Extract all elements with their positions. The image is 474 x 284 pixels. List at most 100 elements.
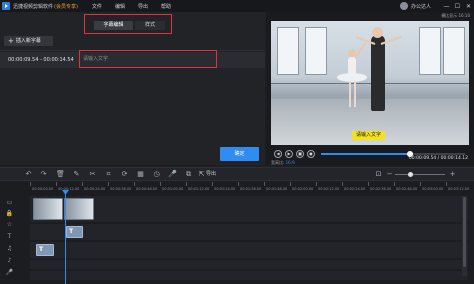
adult-dancer bbox=[371, 35, 385, 111]
title-bar: 迅捷视频剪辑软件 (会员专享) 文件 编辑 导出 帮助 办公达人 — ☐ ✕ bbox=[0, 0, 474, 12]
zoom-out-icon[interactable]: − bbox=[385, 170, 394, 179]
app-logo-icon bbox=[2, 2, 10, 10]
aspect-ratio-value[interactable]: 16:9 bbox=[286, 160, 295, 165]
ruler-label: 00:01:36.00 bbox=[240, 187, 262, 191]
ruler-tick bbox=[394, 182, 395, 186]
microphone-icon[interactable]: 🎤 bbox=[168, 170, 177, 179]
timeline-ruler[interactable]: 00:00:00.00 00:00:12.00 00:00:24.00 00:00:3… bbox=[30, 182, 470, 194]
text-clip[interactable]: T bbox=[36, 244, 54, 256]
child-dancer-leg bbox=[349, 81, 351, 107]
export-icon[interactable]: ⇱ bbox=[197, 170, 206, 179]
ruler-tick bbox=[420, 182, 421, 186]
freeze-frame-icon[interactable]: ⧉ bbox=[184, 170, 193, 179]
text-track[interactable]: T bbox=[30, 242, 468, 258]
ruler-tick bbox=[446, 182, 447, 186]
ruler-label: 00:03:00.00 bbox=[422, 187, 444, 191]
export-label[interactable]: 导出 bbox=[206, 170, 216, 179]
tab-subtitle-edit[interactable]: 字幕编辑 bbox=[94, 21, 133, 30]
redo-icon[interactable]: ↷ bbox=[39, 170, 48, 179]
ruler-label: 00:01:48.00 bbox=[266, 187, 288, 191]
ruler-label: 00:01:24.00 bbox=[214, 187, 236, 191]
child-dancer-leg bbox=[354, 81, 356, 107]
ruler-tick bbox=[56, 182, 57, 186]
timeline-scrollbar[interactable] bbox=[462, 196, 467, 276]
add-subtitle-button[interactable]: + 插入新字幕 bbox=[4, 36, 53, 46]
speed-icon[interactable]: ◷ bbox=[152, 170, 161, 179]
tab-style[interactable]: 样式 bbox=[135, 21, 165, 30]
video-preview[interactable]: 请输入文字 bbox=[271, 21, 469, 145]
confirm-button[interactable]: 确定 bbox=[220, 147, 259, 161]
app-title: 迅捷视频剪辑软件 bbox=[13, 3, 54, 10]
user-name[interactable]: 办公达人 bbox=[411, 3, 431, 10]
child-dancer-arm bbox=[354, 42, 367, 59]
seek-bar[interactable] bbox=[321, 151, 465, 157]
lock-icon[interactable]: 🔒 bbox=[5, 209, 14, 218]
split-icon[interactable]: ✂ bbox=[88, 170, 97, 179]
maximize-button[interactable]: ☐ bbox=[452, 3, 463, 10]
play-button[interactable]: ▶ bbox=[285, 150, 293, 158]
ruler-label: 00:03:12.00 bbox=[448, 187, 470, 191]
zoom-fit-icon[interactable]: ⊡ bbox=[374, 170, 383, 179]
ruler-label: 00:02:48.00 bbox=[396, 187, 418, 191]
ruler-tick bbox=[212, 182, 213, 186]
playhead[interactable] bbox=[65, 192, 66, 284]
minimize-button[interactable]: — bbox=[441, 3, 452, 10]
mosaic-icon[interactable]: ▦ bbox=[136, 170, 145, 179]
ruler-tick bbox=[160, 182, 161, 186]
ballet-barre bbox=[271, 83, 469, 84]
ruler-label: 00:00:24.00 bbox=[84, 187, 106, 191]
menu-export[interactable]: 导出 bbox=[138, 3, 148, 10]
studio-window bbox=[443, 27, 465, 75]
voice-track-icon[interactable]: 🎤 bbox=[5, 268, 14, 277]
close-button[interactable]: ✕ bbox=[463, 3, 474, 10]
ruler-tick bbox=[238, 182, 239, 186]
ruler-tick bbox=[30, 182, 31, 186]
rotate-icon[interactable]: ⟳ bbox=[120, 170, 129, 179]
ruler-tick bbox=[368, 182, 369, 186]
add-subtitle-label: 插入新字幕 bbox=[15, 38, 41, 44]
menu-file[interactable]: 文件 bbox=[92, 3, 102, 10]
previous-frame-button[interactable]: ◀ bbox=[274, 150, 282, 158]
scrollbar-thumb[interactable] bbox=[463, 197, 466, 267]
zoom-slider[interactable] bbox=[395, 171, 445, 177]
stop-button[interactable]: ■ bbox=[296, 150, 304, 158]
text-clip[interactable]: T bbox=[66, 226, 83, 238]
voice-track[interactable] bbox=[30, 271, 468, 280]
music-track-icon[interactable]: ♫ bbox=[5, 244, 14, 253]
video-clip[interactable] bbox=[64, 198, 94, 220]
studio-window bbox=[419, 27, 441, 75]
studio-window bbox=[277, 27, 299, 75]
ruler-tick bbox=[108, 182, 109, 186]
crop-icon[interactable]: ⌗ bbox=[104, 170, 113, 179]
pip-track-icon[interactable]: ☆ bbox=[5, 220, 14, 229]
text-track-icon[interactable]: T bbox=[5, 232, 14, 241]
ruler-tick bbox=[264, 182, 265, 186]
plus-icon: + bbox=[8, 37, 14, 45]
subtitle-text-input[interactable] bbox=[83, 54, 211, 63]
audio-track-icon[interactable]: ♪ bbox=[5, 256, 14, 265]
preview-panel: 横比显示 16:10 请输入文字 ◀ ▶ ■ ● 宽高比: 16:9 00:00… bbox=[266, 12, 474, 165]
video-track-icon[interactable]: ▭ bbox=[5, 198, 14, 207]
ruler-tick bbox=[82, 182, 83, 186]
tabs-highlight-frame: 字幕编辑 样式 bbox=[84, 14, 172, 34]
delete-icon[interactable]: 🗑 bbox=[56, 170, 65, 179]
studio-window bbox=[305, 27, 327, 75]
ruler-label: 00:02:00.00 bbox=[292, 187, 314, 191]
seek-bar-fill bbox=[321, 153, 411, 155]
time-display: 00:00:09.54 / 00:00:14.12 bbox=[408, 156, 468, 161]
title-bar-right: 办公达人 — ☐ ✕ bbox=[399, 0, 474, 12]
video-track[interactable] bbox=[30, 196, 468, 222]
zoom-slider-handle[interactable] bbox=[407, 171, 413, 177]
zoom-in-icon[interactable]: + bbox=[448, 170, 457, 179]
music-track[interactable] bbox=[30, 260, 468, 269]
menu-help[interactable]: 帮助 bbox=[161, 3, 171, 10]
edit-icon[interactable]: ✎ bbox=[72, 170, 81, 179]
undo-icon[interactable]: ↶ bbox=[24, 170, 33, 179]
ruler-label: 00:00:36.00 bbox=[110, 187, 132, 191]
menu-edit[interactable]: 编辑 bbox=[115, 3, 125, 10]
aspect-ratio-info: 宽高比: 16:9 bbox=[271, 160, 295, 166]
avatar[interactable] bbox=[399, 2, 408, 10]
video-clip[interactable] bbox=[33, 198, 63, 220]
record-button[interactable]: ● bbox=[307, 150, 315, 158]
pip-track[interactable]: T bbox=[30, 224, 468, 240]
